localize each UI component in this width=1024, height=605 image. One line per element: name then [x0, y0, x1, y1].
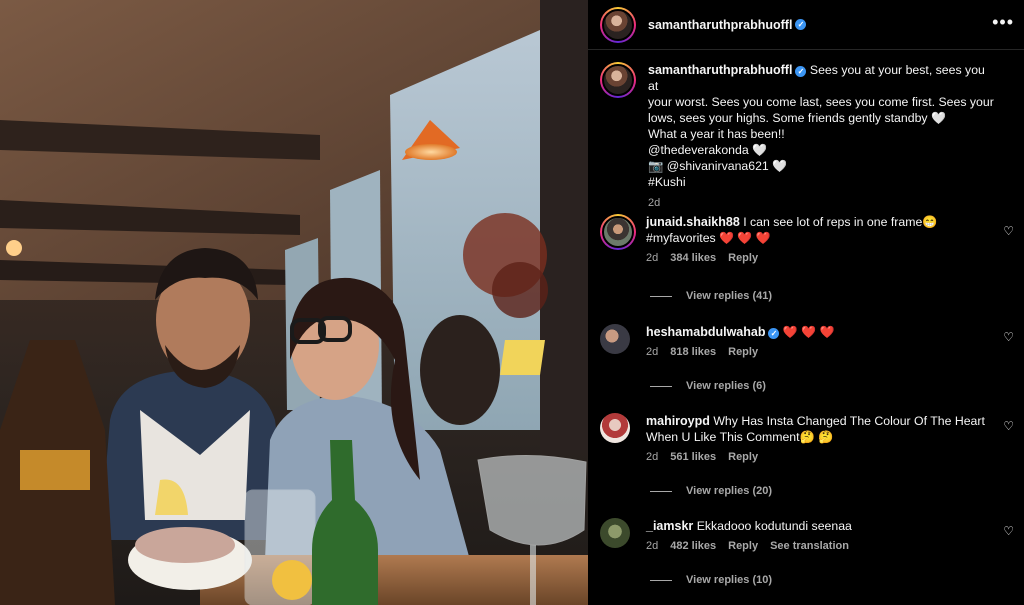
- author-name: samantharuthprabhuoffl ✓: [648, 18, 807, 32]
- see-translation-button[interactable]: See translation: [770, 540, 849, 552]
- comment-meta: 2d 482 likes Reply See translation: [646, 540, 996, 552]
- hashtag-link[interactable]: #Kushi: [648, 174, 998, 190]
- caption-author-avatar[interactable]: [600, 62, 636, 98]
- post-header: samantharuthprabhuoffl ✓ •••: [588, 0, 1024, 50]
- caption-line-2: your worst. Sees you come last, sees you…: [648, 95, 994, 109]
- verified-badge-icon: ✓: [768, 328, 780, 339]
- view-replies-button[interactable]: View replies (20): [650, 485, 772, 497]
- heart-outline-icon[interactable]: ♡: [1003, 524, 1014, 538]
- replies-divider: [650, 295, 672, 297]
- red-heart-icon: ❤️ ❤️ ❤️: [782, 325, 835, 339]
- comment-item: junaid.shaikh88 I can see lot of reps in…: [600, 214, 1020, 264]
- view-replies-button[interactable]: View replies (6): [650, 380, 766, 392]
- white-heart-icon: 🤍: [930, 111, 946, 125]
- comment-time: 2d: [646, 540, 659, 552]
- commenter-avatar[interactable]: [600, 214, 636, 250]
- comment-time: 2d: [646, 252, 659, 264]
- commenter-username[interactable]: mahiroypd: [646, 414, 710, 428]
- comment-text: _iamskr Ekkadooo kodutundi seenaa: [646, 519, 852, 533]
- comment-likes[interactable]: 818 likes: [670, 346, 716, 358]
- caption-text: samantharuthprabhuoffl ✓ Sees you at your…: [648, 62, 998, 211]
- comment-meta: 2d 818 likes Reply: [646, 346, 996, 358]
- comment-likes[interactable]: 561 likes: [670, 451, 716, 463]
- comment-meta: 2d 384 likes Reply: [646, 252, 996, 264]
- reply-button[interactable]: Reply: [728, 451, 758, 463]
- view-replies-button[interactable]: View replies (41): [650, 290, 772, 302]
- commenter-avatar[interactable]: [600, 324, 630, 354]
- post-timestamp: 2d: [648, 197, 661, 209]
- comment-likes[interactable]: 482 likes: [670, 540, 716, 552]
- mention-link[interactable]: @shivanirvana621: [667, 159, 769, 173]
- heart-outline-icon[interactable]: ♡: [1003, 224, 1014, 238]
- reply-button[interactable]: Reply: [728, 252, 758, 264]
- reply-button[interactable]: Reply: [728, 346, 758, 358]
- post-photo[interactable]: [0, 0, 588, 605]
- commenter-username[interactable]: _iamskr: [646, 519, 693, 533]
- replies-divider: [650, 385, 672, 387]
- caption-line-3: lows, sees your highs. Some friends gent…: [648, 111, 928, 125]
- post-photo-illustration: [0, 0, 588, 605]
- reply-button[interactable]: Reply: [728, 540, 758, 552]
- comment-item: mahiroypd Why Has Insta Changed The Colo…: [600, 413, 1020, 463]
- white-heart-icon: 🤍: [772, 159, 788, 173]
- comment-likes[interactable]: 384 likes: [670, 252, 716, 264]
- commenter-username[interactable]: heshamabdulwahab: [646, 325, 765, 339]
- verified-badge-icon: ✓: [795, 66, 807, 77]
- commenter-avatar[interactable]: [600, 413, 630, 443]
- comment-text: heshamabdulwahab ✓ ❤️ ❤️ ❤️: [646, 324, 996, 340]
- comment-item: _iamskr Ekkadooo kodutundi seenaa 2d 482…: [600, 518, 1020, 552]
- camera-icon: 📷: [648, 159, 664, 173]
- comment-meta: 2d 561 likes Reply: [646, 451, 996, 463]
- replies-divider: [650, 579, 672, 581]
- author-avatar[interactable]: [600, 6, 636, 43]
- white-heart-icon: 🤍: [752, 143, 768, 157]
- comment-text: mahiroypd Why Has Insta Changed The Colo…: [646, 414, 985, 444]
- more-options-icon[interactable]: •••: [992, 12, 1014, 32]
- red-heart-icon: ❤️ ❤️ ❤️: [719, 231, 771, 245]
- caption-author-username[interactable]: samantharuthprabhuoffl: [648, 63, 792, 77]
- comment-time: 2d: [646, 346, 659, 358]
- mention-link[interactable]: @thedeverakonda: [648, 143, 749, 157]
- heart-outline-icon[interactable]: ♡: [1003, 330, 1014, 344]
- commenter-username[interactable]: junaid.shaikh88: [646, 215, 740, 229]
- heart-outline-icon[interactable]: ♡: [1003, 419, 1014, 433]
- author-username[interactable]: samantharuthprabhuoffl: [648, 18, 792, 32]
- verified-badge-icon: ✓: [795, 19, 807, 30]
- comment-time: 2d: [646, 451, 659, 463]
- comment-item: heshamabdulwahab ✓ ❤️ ❤️ ❤️ 2d 818 likes …: [600, 324, 1020, 358]
- caption-line-4: What a year it has been!!: [648, 127, 785, 141]
- commenter-avatar[interactable]: [600, 518, 630, 548]
- post-sidebar: samantharuthprabhuoffl ✓ ••• samantharut…: [588, 0, 1024, 605]
- replies-divider: [650, 490, 672, 492]
- caption: samantharuthprabhuoffl ✓ Sees you at your…: [600, 62, 1010, 211]
- comment-text: junaid.shaikh88 I can see lot of reps in…: [646, 215, 938, 245]
- view-replies-button[interactable]: View replies (10): [650, 574, 772, 586]
